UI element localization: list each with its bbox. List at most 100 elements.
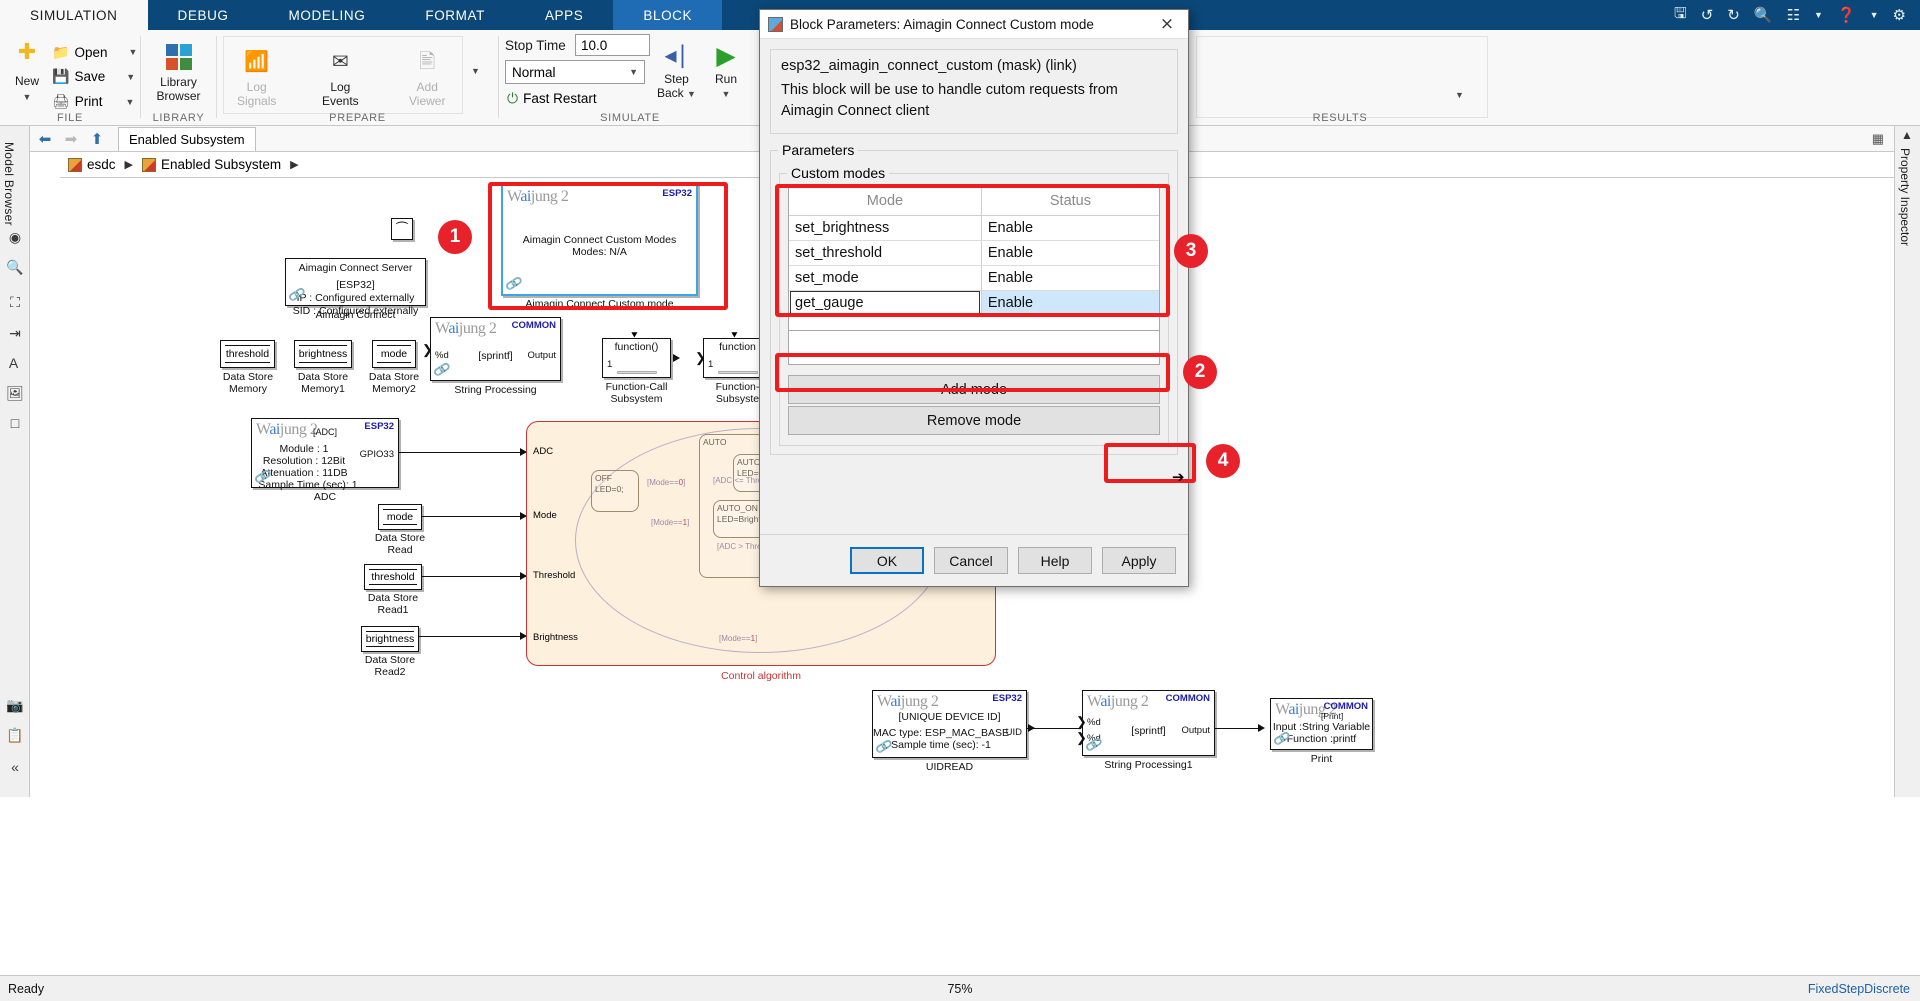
status-solver[interactable]: FixedStepDiscrete — [1808, 982, 1910, 996]
forward-icon[interactable]: ➡ — [58, 128, 84, 150]
save-button[interactable]: 💾 Save ▼ — [52, 64, 137, 89]
status-zoom-level[interactable]: 75% — [947, 982, 972, 996]
save-chevron-icon[interactable]: ▼ — [126, 72, 135, 82]
camera-icon[interactable]: 📷 — [4, 694, 26, 716]
help-label: Help — [1040, 552, 1070, 569]
block-dsr-mode[interactable]: mode — [378, 504, 422, 530]
prepare-gallery-expand-icon[interactable]: ▼ — [471, 66, 480, 76]
open-button[interactable]: 📁 Open ▼ — [52, 40, 137, 64]
block-dsr-brightness[interactable]: brightness — [361, 626, 419, 652]
block-dsm-threshold[interactable]: threshold — [220, 340, 275, 368]
sp1-common-tag: COMMON — [1165, 693, 1210, 704]
cancel-button[interactable]: Cancel — [934, 547, 1008, 574]
breadcrumb-root[interactable]: esdc — [87, 157, 116, 172]
remove-mode-button[interactable]: Remove mode — [788, 406, 1160, 436]
help-button[interactable]: Help — [1018, 547, 1092, 574]
undo-icon[interactable]: ↺ — [1701, 6, 1714, 24]
layout-icon[interactable]: ☷ — [1787, 6, 1800, 24]
block-print[interactable]: Waijung 2 COMMON [Print] Input :String V… — [1270, 698, 1373, 750]
run-chevron-icon[interactable]: ▼ — [722, 89, 731, 99]
dsm-brightness-label: Data Store Memory1 — [297, 371, 349, 395]
help-icon[interactable]: ❓ — [1837, 6, 1856, 24]
log-signals-button[interactable]: 📶 Log Signals — [237, 50, 276, 108]
pulse-block[interactable]: ⏜ — [391, 218, 413, 240]
settings-gear-icon[interactable]: ⚙ — [1893, 6, 1906, 24]
redo-icon[interactable]: ↻ — [1727, 6, 1740, 24]
step-back-chevron-icon[interactable]: ▼ — [687, 89, 696, 99]
sim-mode-select[interactable]: Normal ▼ — [505, 60, 645, 84]
tab-simulation[interactable]: SIMULATION — [0, 0, 148, 30]
dialog-title-bar[interactable]: Block Parameters: Aimagin Connect Custom… — [760, 10, 1188, 39]
close-icon[interactable]: × — [1148, 10, 1186, 38]
toolbar-grid-icon[interactable]: ▦ — [1872, 131, 1884, 147]
tab-apps[interactable]: APPS — [515, 0, 613, 30]
sim-mode-chevron-icon[interactable]: ▼ — [629, 67, 638, 77]
stop-time-input[interactable]: 10.0 — [575, 34, 650, 56]
text-annotation-icon[interactable]: A — [4, 352, 26, 374]
magnifier-icon[interactable]: 🔍 — [4, 256, 26, 278]
sp-common-tag: COMMON — [511, 320, 556, 331]
collapse-rail-icon[interactable]: « — [4, 756, 26, 778]
fit-to-view-icon[interactable]: ⛶ — [4, 291, 26, 313]
block-uidread[interactable]: Waijung 2 ESP32 [UNIQUE DEVICE ID] MAC t… — [872, 690, 1027, 758]
tab-modeling[interactable]: MODELING — [259, 0, 396, 30]
model-tab-enabled-subsystem[interactable]: Enabled Subsystem — [118, 126, 256, 151]
model-browser-label[interactable]: Model Browser — [2, 142, 16, 226]
state-off[interactable]: OFF LED=0; — [591, 470, 639, 512]
stop-time-value: 10.0 — [581, 37, 608, 53]
tab-block[interactable]: BLOCK — [613, 0, 723, 30]
area-annotation-icon[interactable]: □ — [4, 412, 26, 434]
print-chevron-icon[interactable]: ▼ — [126, 97, 135, 107]
ribbon-group-prepare: 📶 Log Signals ✉ Log Events 🖹 Add Viewer … — [217, 30, 498, 126]
step-back-button[interactable]: ◂∣ Step Back ▼ — [657, 42, 696, 101]
block-dsm-brightness[interactable]: brightness — [294, 340, 352, 368]
breadcrumb-child[interactable]: Enabled Subsystem — [161, 157, 281, 172]
open-chevron-icon[interactable]: ▼ — [128, 47, 137, 57]
new-button[interactable]: ✚ New ▼ — [6, 40, 48, 103]
property-inspector-label[interactable]: Property Inspector — [1898, 148, 1912, 246]
new-chevron-icon[interactable]: ▼ — [23, 92, 32, 102]
block-fcn-call-1[interactable]: function() 1 — [602, 338, 671, 378]
chevron-down-icon[interactable]: ▼ — [1814, 10, 1823, 20]
file-button-column: 📁 Open ▼ 💾 Save ▼ 🖨 Print ▼ — [52, 40, 137, 114]
image-annotation-icon[interactable]: 🖼 — [4, 382, 26, 404]
search-icon[interactable]: 🔍 — [1754, 6, 1773, 24]
tab-format[interactable]: FORMAT — [395, 0, 515, 30]
tab-debug-label: DEBUG — [177, 7, 229, 23]
status-ready: Ready — [8, 981, 45, 996]
block-string-processing1[interactable]: Waijung 2 COMMON %d %d [sprintf] Output … — [1082, 690, 1215, 756]
file-group-label: FILE — [56, 112, 84, 124]
help-chevron-icon[interactable]: ▼ — [1870, 10, 1879, 20]
adc-label: ADC — [313, 491, 337, 503]
fast-restart-button[interactable]: ⏻ Fast Restart — [507, 90, 597, 107]
step-back-icon: ◂∣ — [664, 42, 689, 69]
uid-out-port: UID — [1005, 727, 1022, 738]
block-string-processing[interactable]: Waijung 2 COMMON %d [sprintf] Output 🔗 — [430, 317, 561, 381]
back-icon[interactable]: ⬅ — [32, 128, 58, 150]
up-level-icon[interactable]: ⬆ — [84, 128, 110, 150]
log-events-button[interactable]: ✉ Log Events — [322, 50, 359, 108]
add-viewer-button[interactable]: 🖹 Add Viewer — [409, 50, 445, 108]
results-expand-icon[interactable]: ▼ — [1455, 90, 1464, 100]
dsr-mode-label: Data Store Read — [374, 532, 426, 556]
zoom-fit-icon[interactable]: ◉ — [4, 226, 26, 248]
right-rail-expand-icon[interactable]: ▲ — [1901, 128, 1913, 142]
dsr-brightness-label: Data Store Read2 — [364, 654, 416, 678]
library-browser-button[interactable]: Library Browser — [156, 44, 201, 103]
block-aimagin-connect[interactable]: Aimagin Connect Server [ESP32] IP : Conf… — [285, 258, 426, 317]
tab-debug[interactable]: DEBUG — [148, 0, 259, 30]
report-icon[interactable]: 📋 — [4, 724, 26, 746]
block-adc[interactable]: Waijung 2 [ADC] ESP32 Module : 1 Resolut… — [251, 418, 399, 491]
apply-button[interactable]: Apply — [1102, 547, 1176, 574]
run-button[interactable]: ▶ Run ▼ — [715, 44, 737, 100]
ok-button[interactable]: OK — [850, 547, 924, 574]
save-quick-icon[interactable]: 🖫 — [1674, 3, 1687, 28]
block-dsr-threshold[interactable]: threshold — [364, 564, 422, 590]
library-group-label: LIBRARY — [152, 112, 205, 124]
library-browser-icon — [165, 44, 192, 70]
block-dsm-mode[interactable]: mode — [372, 340, 416, 368]
chart-caption: Control algorithm — [721, 670, 801, 682]
arrow-right-icon[interactable]: ⇥ — [4, 322, 26, 344]
right-rail: ▲ Property Inspector — [1894, 126, 1920, 797]
print-button[interactable]: 🖨 Print ▼ — [52, 89, 137, 114]
